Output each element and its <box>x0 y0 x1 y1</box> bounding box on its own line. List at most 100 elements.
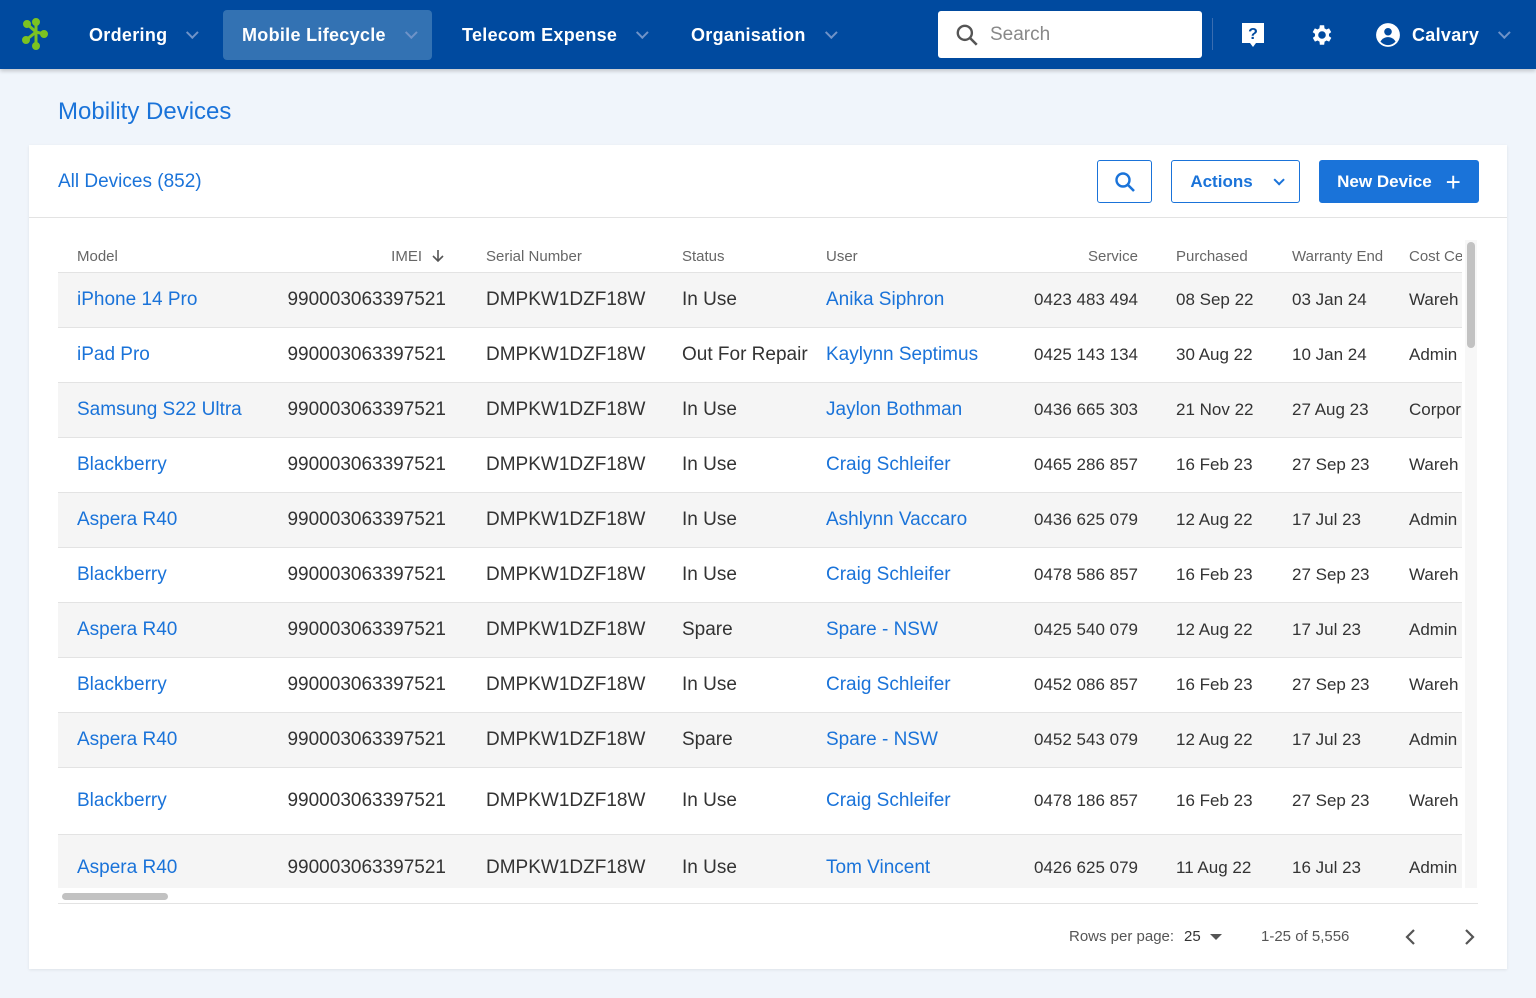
cell-imei: 990003063397521 <box>287 344 446 365</box>
cell-user[interactable]: Craig Schleifer <box>826 768 1026 834</box>
table-row[interactable]: Aspera R40 990003063397521 DMPKW1DZF18W Spa… <box>58 713 1462 768</box>
table-row[interactable]: Samsung S22 Ultra 990003063397521 DMPKW1DZ… <box>58 383 1462 438</box>
cell-user[interactable]: Tom Vincent <box>826 835 1026 888</box>
table-row[interactable]: Blackberry 990003063397521 DMPKW1DZF18W In … <box>58 658 1462 713</box>
cell-status: Out For Repair <box>682 344 808 365</box>
plus-icon: + <box>1445 166 1461 197</box>
actions-button[interactable]: Actions <box>1171 160 1300 203</box>
cell-warranty-end: 27 Sep 23 <box>1292 791 1370 810</box>
gear-icon[interactable] <box>1309 22 1335 48</box>
cell-model[interactable]: iPhone 14 Pro <box>77 273 267 327</box>
search-input[interactable]: Search <box>938 11 1202 58</box>
chevron-down-icon <box>636 25 649 39</box>
horizontal-scrollbar[interactable] <box>58 890 1478 904</box>
table-search-button[interactable] <box>1097 160 1152 203</box>
cell-model[interactable]: Aspera R40 <box>77 603 267 657</box>
cell-model[interactable]: Blackberry <box>77 768 267 834</box>
cell-user[interactable]: Jaylon Bothman <box>826 383 1026 437</box>
column-header[interactable]: Cost Ce <box>1409 240 1462 272</box>
table-row[interactable]: Blackberry 990003063397521 DMPKW1DZF18W In … <box>58 768 1462 835</box>
nav-item-label: Ordering <box>89 24 168 45</box>
svg-text:?: ? <box>1248 26 1258 43</box>
cell-serial-number: DMPKW1DZF18W <box>486 619 646 640</box>
column-header[interactable]: Status <box>682 240 822 272</box>
cell-serial-number: DMPKW1DZF18W <box>486 509 646 530</box>
column-header-label: Service <box>1087 247 1138 265</box>
cell-model[interactable]: Aspera R40 <box>77 713 267 767</box>
cell-purchased: 30 Aug 22 <box>1176 345 1253 364</box>
table-row[interactable]: Blackberry 990003063397521 DMPKW1DZF18W In … <box>58 548 1462 603</box>
cell-model[interactable]: Blackberry <box>77 438 267 492</box>
cell-serial-number: DMPKW1DZF18W <box>486 729 646 750</box>
nav-item-telecom-expense[interactable]: Telecom Expense <box>443 10 663 60</box>
table-row[interactable]: iPhone 14 Pro 990003063397521 DMPKW1DZF18W… <box>58 273 1462 328</box>
column-header[interactable]: IMEI <box>248 240 446 272</box>
top-nav-bar: Ordering Mobile Lifecycle Telecom Expense O… <box>0 0 1536 69</box>
cell-user[interactable]: Anika Siphron <box>826 273 1026 327</box>
cell-imei: 990003063397521 <box>287 454 446 475</box>
cell-status: In Use <box>682 857 737 878</box>
cell-status: In Use <box>682 509 737 530</box>
table-row[interactable]: Aspera R40 990003063397521 DMPKW1DZF18W Spa… <box>58 603 1462 658</box>
user-menu[interactable]: Calvary <box>1393 10 1525 60</box>
cell-model[interactable]: Samsung S22 Ultra <box>77 383 267 437</box>
chevron-down-icon <box>1498 25 1511 39</box>
cell-cost-centre: Admin <box>1409 730 1458 749</box>
cell-user[interactable]: Kaylynn Septimus <box>826 328 1026 382</box>
cell-cost-centre: Admin <box>1409 620 1458 639</box>
previous-page-icon[interactable] <box>1403 927 1419 947</box>
column-header[interactable]: User <box>826 240 1026 272</box>
column-header-label: Purchased <box>1176 247 1248 265</box>
nav-item-organisation[interactable]: Organisation <box>672 10 852 60</box>
cell-cost-centre: Wareh <box>1409 290 1459 309</box>
cell-service: 0423 483 494 <box>1034 290 1138 309</box>
next-page-icon[interactable] <box>1461 927 1477 947</box>
cell-warranty-end: 17 Jul 23 <box>1292 730 1361 749</box>
cell-purchased: 16 Feb 23 <box>1176 565 1253 584</box>
scrollbar-thumb[interactable] <box>1467 242 1475 348</box>
cell-user[interactable]: Spare - NSW <box>826 713 1026 767</box>
table-row[interactable]: Aspera R40 990003063397521 DMPKW1DZF18W In … <box>58 493 1462 548</box>
cell-service: 0478 586 857 <box>1034 565 1138 584</box>
cell-model[interactable]: iPad Pro <box>77 328 267 382</box>
cell-user[interactable]: Ashlynn Vaccaro <box>826 493 1026 547</box>
cell-serial-number: DMPKW1DZF18W <box>486 790 646 811</box>
cell-user[interactable]: Craig Schleifer <box>826 548 1026 602</box>
cell-user[interactable]: Spare - NSW <box>826 603 1026 657</box>
cell-purchased: 21 Nov 22 <box>1176 400 1254 419</box>
cell-serial-number: DMPKW1DZF18W <box>486 399 646 420</box>
table-row[interactable]: iPad Pro 990003063397521 DMPKW1DZF18W Out F… <box>58 328 1462 383</box>
cell-user[interactable]: Craig Schleifer <box>826 658 1026 712</box>
column-header[interactable]: Model <box>77 240 267 272</box>
new-device-button[interactable]: New Device + <box>1319 160 1479 203</box>
logo-icon[interactable] <box>22 18 48 50</box>
rows-per-page-select[interactable]: 25 <box>1184 928 1222 945</box>
vertical-scrollbar[interactable] <box>1465 240 1477 888</box>
cell-imei: 990003063397521 <box>287 289 446 310</box>
column-header[interactable]: Service <box>998 240 1138 272</box>
cell-warranty-end: 27 Sep 23 <box>1292 675 1370 694</box>
table-row[interactable]: Aspera R40 990003063397521 DMPKW1DZF18W In … <box>58 835 1462 888</box>
table-row[interactable]: Blackberry 990003063397521 DMPKW1DZF18W In … <box>58 438 1462 493</box>
scrollbar-thumb[interactable] <box>62 893 168 900</box>
cell-model[interactable]: Blackberry <box>77 658 267 712</box>
cell-model[interactable]: Aspera R40 <box>77 493 267 547</box>
nav-item-ordering[interactable]: Ordering <box>70 10 213 60</box>
column-header[interactable]: Warranty End <box>1292 240 1402 272</box>
rows-per-page-label: Rows per page: <box>1069 928 1175 945</box>
card-header: All Devices (852) Actions New Device + <box>29 145 1507 218</box>
cell-user[interactable]: Craig Schleifer <box>826 438 1026 492</box>
cell-model[interactable]: Blackberry <box>77 548 267 602</box>
rows-per-page-value: 25 <box>1184 928 1201 945</box>
cell-serial-number: DMPKW1DZF18W <box>486 289 646 310</box>
nav-item-mobile-lifecycle[interactable]: Mobile Lifecycle <box>223 10 432 60</box>
device-count: All Devices (852) <box>58 171 202 192</box>
cell-imei: 990003063397521 <box>287 399 446 420</box>
column-header[interactable]: Serial Number <box>486 240 676 272</box>
sort-descending-icon[interactable] <box>430 248 446 264</box>
cell-warranty-end: 03 Jan 24 <box>1292 290 1367 309</box>
help-icon[interactable]: ? <box>1240 21 1266 49</box>
column-header[interactable]: Purchased <box>1176 240 1286 272</box>
cell-model[interactable]: Aspera R40 <box>77 835 267 888</box>
column-header-label: IMEI <box>391 247 422 265</box>
